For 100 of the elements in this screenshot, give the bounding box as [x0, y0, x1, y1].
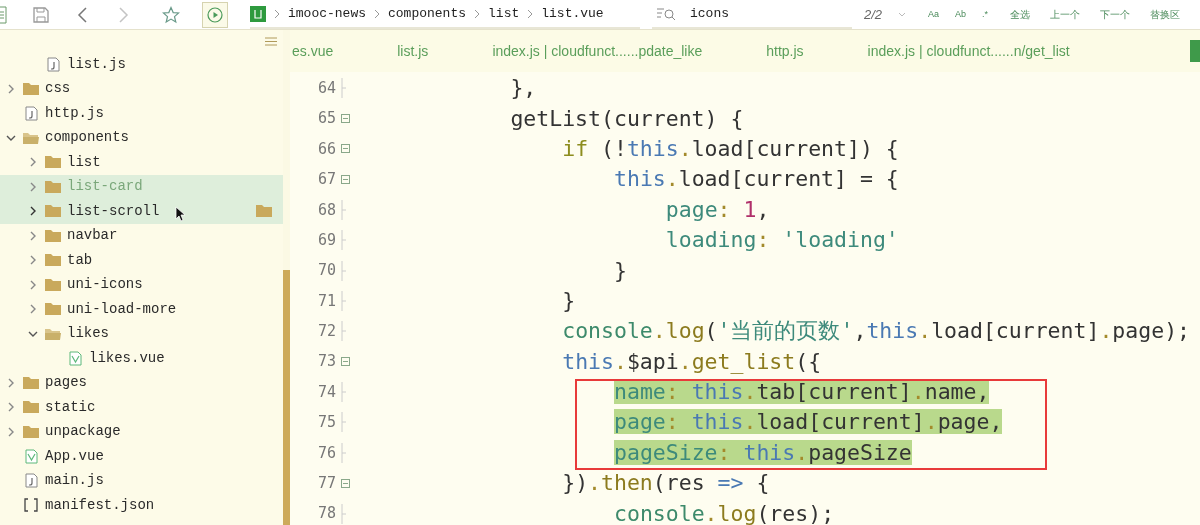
- fold-toggle-icon[interactable]: [341, 478, 350, 488]
- save-icon[interactable]: [32, 5, 50, 24]
- tree-label: navbar: [67, 226, 118, 246]
- tree-label: list.js: [67, 54, 126, 74]
- search-action-button[interactable]: 替换区: [1150, 7, 1181, 22]
- line-number: 77: [316, 473, 336, 494]
- line-number: 71: [316, 290, 336, 312]
- tree-label: pages: [45, 373, 87, 393]
- folder-icon: [44, 253, 62, 268]
- folder-icon: [44, 302, 62, 317]
- tab-scroll-marker: [1190, 40, 1200, 62]
- tree-row[interactable]: static: [0, 395, 283, 420]
- tree-label: uni-icons: [67, 275, 143, 295]
- breadcrumb-item[interactable]: components: [388, 3, 467, 24]
- code-line: page: 1,: [665, 196, 770, 222]
- tree-row[interactable]: manifest.json: [0, 493, 283, 518]
- tree-row[interactable]: tab: [0, 248, 283, 273]
- back-icon[interactable]: [76, 5, 88, 24]
- tree-row[interactable]: navbar: [0, 223, 283, 248]
- star-icon[interactable]: [162, 5, 180, 24]
- fold-toggle-icon[interactable]: [341, 174, 350, 184]
- search-icon: [656, 5, 676, 22]
- brackets-icon: [23, 498, 39, 513]
- tree-label: list: [67, 152, 101, 172]
- tree-row[interactable]: unpackage: [0, 419, 283, 444]
- line-number: 68: [316, 199, 336, 221]
- line-number: 70: [316, 260, 336, 282]
- fold-toggle-icon[interactable]: [341, 144, 350, 154]
- breadcrumb-item[interactable]: list.vue: [541, 3, 604, 24]
- tree-row[interactable]: likes: [0, 321, 283, 346]
- tree-label: list-scroll: [67, 201, 160, 221]
- tree-row[interactable]: pages: [0, 370, 283, 395]
- mouse-cursor-icon: [175, 206, 185, 222]
- breadcrumb-item[interactable]: list: [488, 3, 520, 24]
- code-line: }).then(res => {: [562, 470, 770, 496]
- tree-row[interactable]: css: [0, 76, 283, 101]
- code-line: }: [614, 257, 627, 283]
- project-icon[interactable]: [250, 5, 266, 22]
- code-line: },: [510, 75, 537, 101]
- tree-label: css: [45, 79, 71, 99]
- script-file-icon: [24, 105, 38, 121]
- tree-label: static: [45, 397, 96, 417]
- line-number: 75: [316, 412, 336, 434]
- tree-row[interactable]: uni-icons: [0, 272, 283, 297]
- code-line: this.load[current] = {: [614, 166, 899, 192]
- vue-file-icon: [68, 350, 82, 366]
- play-icon: [207, 6, 223, 23]
- tree-label: list-card: [67, 177, 143, 197]
- breadcrumb-item[interactable]: imooc-news: [288, 3, 366, 24]
- folder-icon: [44, 277, 62, 292]
- tree-row[interactable]: list.js: [0, 52, 283, 77]
- folder-icon: [255, 204, 273, 219]
- document-icon[interactable]: [0, 5, 8, 24]
- breadcrumb-separator-icon: [274, 8, 280, 19]
- tree-row[interactable]: list-scroll: [0, 199, 283, 224]
- line-number: 67: [316, 169, 336, 191]
- tree-row[interactable]: App.vue: [0, 444, 283, 469]
- search-action-button[interactable]: 上一个: [1050, 7, 1081, 22]
- folder-icon: [44, 228, 62, 243]
- line-number: 73: [316, 351, 336, 373]
- open-folder-icon: [44, 326, 62, 341]
- tree-label: main.js: [45, 471, 104, 491]
- breadcrumb-separator-icon: [527, 8, 534, 19]
- line-number: 72: [316, 321, 336, 343]
- chevron-right-icon[interactable]: [28, 206, 38, 217]
- folder-icon: [22, 400, 40, 415]
- tree-label: manifest.json: [45, 495, 155, 515]
- fold-toggle-icon[interactable]: [341, 114, 350, 124]
- search-action-button[interactable]: 全选: [1010, 7, 1031, 22]
- line-number: 74: [316, 381, 336, 403]
- forward-icon[interactable]: [118, 5, 130, 24]
- script-file-icon: [46, 56, 60, 72]
- vue-file-icon: [24, 448, 38, 464]
- match-count: 2/2: [864, 5, 883, 24]
- tree-label: unpackage: [45, 422, 121, 442]
- code-line: this.$api.get_list({: [562, 348, 822, 374]
- tree-row[interactable]: uni-load-more: [0, 297, 283, 322]
- code-line: if (!this.load[current]) {: [562, 135, 899, 161]
- tree-row[interactable]: likes.vue: [0, 346, 283, 371]
- tree-row[interactable]: http.js: [0, 101, 283, 126]
- tree-row[interactable]: main.js: [0, 468, 283, 493]
- fold-toggle-icon[interactable]: [341, 357, 350, 367]
- menu-icon[interactable]: [265, 36, 277, 46]
- run-button[interactable]: [202, 1, 228, 28]
- tree-label: uni-load-more: [67, 299, 177, 319]
- tree-row[interactable]: components: [0, 125, 283, 150]
- line-number: 76: [316, 442, 336, 464]
- search-option[interactable]: .*: [982, 7, 989, 22]
- line-number: 69: [316, 229, 336, 251]
- search-option[interactable]: Aa: [928, 7, 940, 22]
- code-line: }: [562, 287, 576, 313]
- code-line: console.log('当前的页数',this.load[current].page);: [562, 318, 1191, 344]
- folder-icon: [44, 155, 62, 170]
- code-line: console.log(res);: [614, 500, 835, 525]
- search-action-button[interactable]: 下一个: [1100, 7, 1131, 22]
- tree-row[interactable]: list: [0, 150, 283, 175]
- search-option[interactable]: Ab: [955, 7, 967, 22]
- tree-label: components: [45, 128, 129, 148]
- code-line: getList(current) {: [510, 105, 744, 131]
- scrollbar-thumb[interactable]: [283, 270, 290, 525]
